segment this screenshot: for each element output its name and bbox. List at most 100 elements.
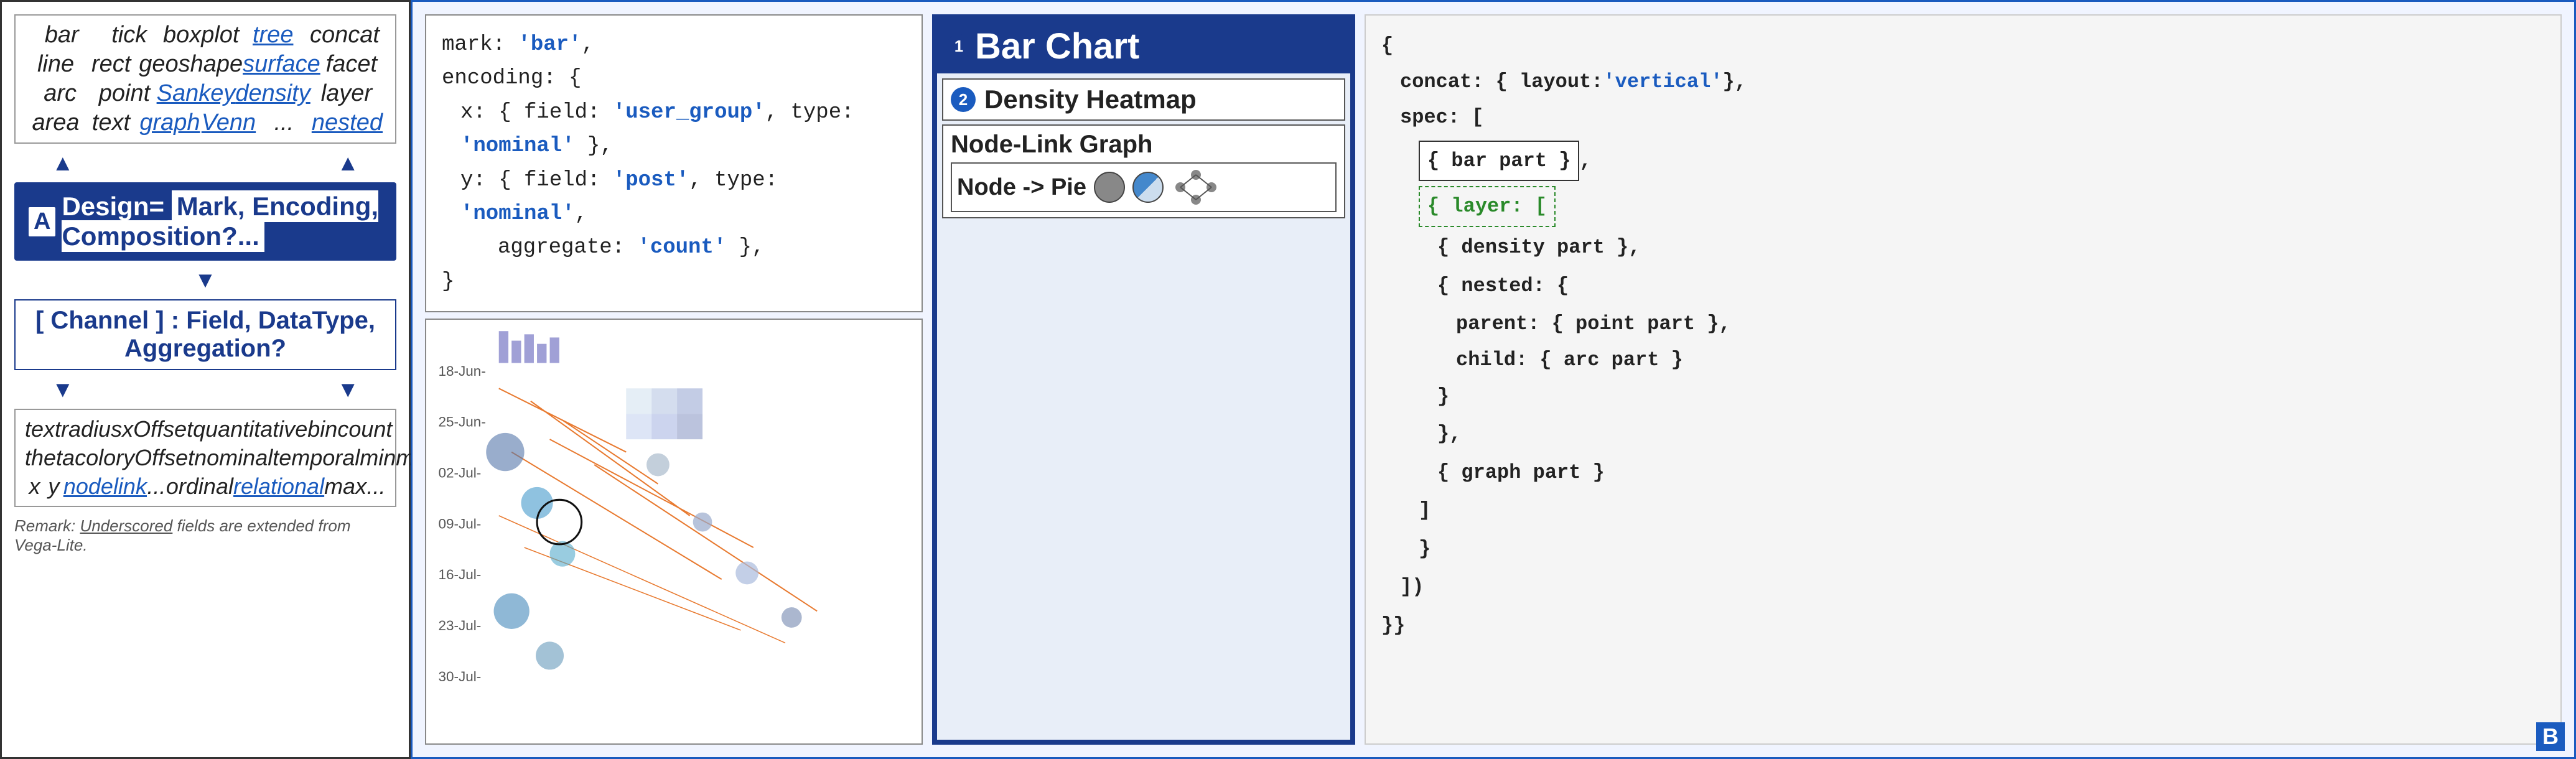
mark-tick: tick xyxy=(95,22,162,49)
mark-venn[interactable]: Venn xyxy=(201,109,256,136)
enc-nominal: nominal xyxy=(194,445,273,471)
mark-area: area xyxy=(28,109,83,136)
enc-radius: radius xyxy=(61,416,122,442)
enc-text: text xyxy=(25,416,61,442)
enc-theta: theta xyxy=(25,445,75,471)
code-box: mark: 'bar', encoding: { x: { field: 'us… xyxy=(425,14,923,312)
density-heatmap-label: Density Heatmap xyxy=(984,85,1197,114)
comp-line-concat: concat: { layout: 'vertical' }, xyxy=(1381,64,2545,100)
node-link-label: Node-Link Graph xyxy=(951,131,1152,158)
mark-boxplot: boxplot xyxy=(163,22,240,49)
comp-line-bar: { bar part } , xyxy=(1381,141,2545,182)
mark-line: line xyxy=(28,51,83,78)
code-line-4: y: { field: 'post', type: 'nominal', xyxy=(442,164,906,231)
mark-tree[interactable]: tree xyxy=(239,22,306,49)
mark-point: point xyxy=(92,80,156,107)
chart-inner: 2 Density Heatmap Node-Link Graph Node -… xyxy=(937,73,1350,740)
marks-row-3: arc point Sankey density layer xyxy=(28,80,383,107)
comp-line-parent: parent: { point part }, xyxy=(1381,306,2545,342)
comp-line-nested-close2: }, xyxy=(1381,416,2545,452)
node-link-box: Node-Link Graph Node -> Pie xyxy=(942,124,1345,218)
arrow-up-right: ▲ xyxy=(337,150,359,176)
enc-min: min xyxy=(360,445,396,471)
marks-row-1: bar tick boxplot tree concat xyxy=(28,22,383,49)
comp-line-spec: spec: [ xyxy=(1381,100,2545,136)
comp-line-nested: { nested: { xyxy=(1381,268,2545,304)
remark-underscored: Underscored xyxy=(80,516,172,535)
arrow-down: ▼ xyxy=(14,267,396,293)
comp-line-layer: { layer: [ xyxy=(1381,186,2545,227)
enc-link[interactable]: link xyxy=(113,473,147,500)
comp-line-end: }} xyxy=(1381,608,2545,644)
comp-line-child: child: { arc part } xyxy=(1381,342,2545,378)
enc-bin: bin xyxy=(307,416,337,442)
right-panel: mark: 'bar', encoding: { x: { field: 'us… xyxy=(411,0,2576,759)
svg-text:18-Jun-: 18-Jun- xyxy=(439,363,486,379)
remark: Remark: Underscored fields are extended … xyxy=(14,516,396,555)
mark-rect: rect xyxy=(83,51,139,78)
enc-node[interactable]: node xyxy=(63,473,113,500)
mark-sankey[interactable]: Sankey xyxy=(157,80,236,107)
enc-x: x xyxy=(25,473,44,500)
mark-facet: facet xyxy=(320,51,383,78)
encoding-section: text radius xOffset quantitative bin cou… xyxy=(14,409,396,507)
mark-nested[interactable]: nested xyxy=(312,109,383,136)
code-line-6: } xyxy=(442,265,906,299)
chart-wrapper: 1 Bar Chart 2 Density Heatmap Node-Link … xyxy=(932,14,1355,745)
network-icon xyxy=(1171,169,1221,206)
comp-line-graph: { graph part } xyxy=(1381,455,2545,491)
mark-graph[interactable]: graph xyxy=(139,109,201,136)
enc-ellipsis2: ... xyxy=(147,473,166,500)
enc-row-2: theta color yOffset nominal temporal min… xyxy=(25,445,386,471)
node-pie-box: Node -> Pie xyxy=(951,162,1337,212)
design-label-a: A xyxy=(29,207,55,236)
chart-section: 1 Bar Chart 2 Density Heatmap Node-Link … xyxy=(932,14,1355,745)
encoding-arrows: ▼ ▼ xyxy=(14,376,396,403)
mini-viz-area: 18-Jun- 25-Jun- 02-Jul- 09-Jul- 16-Jul- … xyxy=(425,319,923,745)
channel-box: [ Channel ] : Field, DataType, Aggregati… xyxy=(14,299,396,370)
code-line-5: aggregate: 'count' }, xyxy=(442,231,906,264)
svg-text:30-Jul-: 30-Jul- xyxy=(439,669,482,684)
comp-line-density: { density part }, xyxy=(1381,230,2545,266)
node-pie-label: Node -> Pie xyxy=(957,174,1086,201)
enc-relational[interactable]: relational xyxy=(233,473,324,500)
mark-layer: layer xyxy=(310,80,383,107)
marks-table: bar tick boxplot tree concat line rect g… xyxy=(14,14,396,144)
b-label: B xyxy=(2536,722,2565,751)
code-line-3: x: { field: 'user_group', type: 'nominal… xyxy=(442,96,906,164)
left-panel: bar tick boxplot tree concat line rect g… xyxy=(0,0,411,759)
enc-max: max xyxy=(324,473,366,500)
svg-text:16-Jul-: 16-Jul- xyxy=(439,567,482,582)
bar-chart-title: Bar Chart xyxy=(975,26,1139,67)
enc-ordinal: ordinal xyxy=(166,473,233,500)
svg-text:02-Jul-: 02-Jul- xyxy=(439,465,482,481)
design-box: A Design= Mark, Encoding, Composition?..… xyxy=(14,182,396,261)
arrows-up: ▲ ▲ xyxy=(14,150,396,176)
svg-text:23-Jul-: 23-Jul- xyxy=(439,618,482,633)
circle-shape-1 xyxy=(1094,172,1125,203)
comp-line-spec-close: ]) xyxy=(1381,569,2545,605)
circle-shape-2 xyxy=(1132,172,1164,203)
design-text: Design= Mark, Encoding, Composition?... xyxy=(62,192,382,251)
mark-ellipsis: ... xyxy=(256,109,312,136)
composition-section: { concat: { layout: 'vertical' }, spec: … xyxy=(1365,14,2562,745)
mark-bar: bar xyxy=(28,22,95,49)
channel-text: [ Channel ] : Field, DataType, Aggregati… xyxy=(35,307,375,362)
comp-line-open: { xyxy=(1381,28,2545,64)
mark-surface[interactable]: surface xyxy=(243,51,320,78)
mark-text: text xyxy=(83,109,139,136)
code-section: mark: 'bar', encoding: { x: { field: 'us… xyxy=(425,14,923,745)
mark-density[interactable]: density xyxy=(235,80,310,107)
mark-arc: arc xyxy=(28,80,92,107)
code-line-2: encoding: { xyxy=(442,62,906,95)
enc-row-1: text radius xOffset quantitative bin cou… xyxy=(25,416,386,442)
arrow-up-left: ▲ xyxy=(52,150,74,176)
svg-text:25-Jun-: 25-Jun- xyxy=(439,414,486,430)
marks-row-2: line rect geoshape surface facet xyxy=(28,51,383,78)
enc-y: y xyxy=(44,473,63,500)
mark-geoshape: geoshape xyxy=(139,51,243,78)
enc-yoffset: yOffset xyxy=(123,445,194,471)
num-1: 1 xyxy=(946,34,971,59)
enc-arrow-left: ▼ xyxy=(52,376,74,403)
enc-ellipsis3: ... xyxy=(366,473,386,500)
